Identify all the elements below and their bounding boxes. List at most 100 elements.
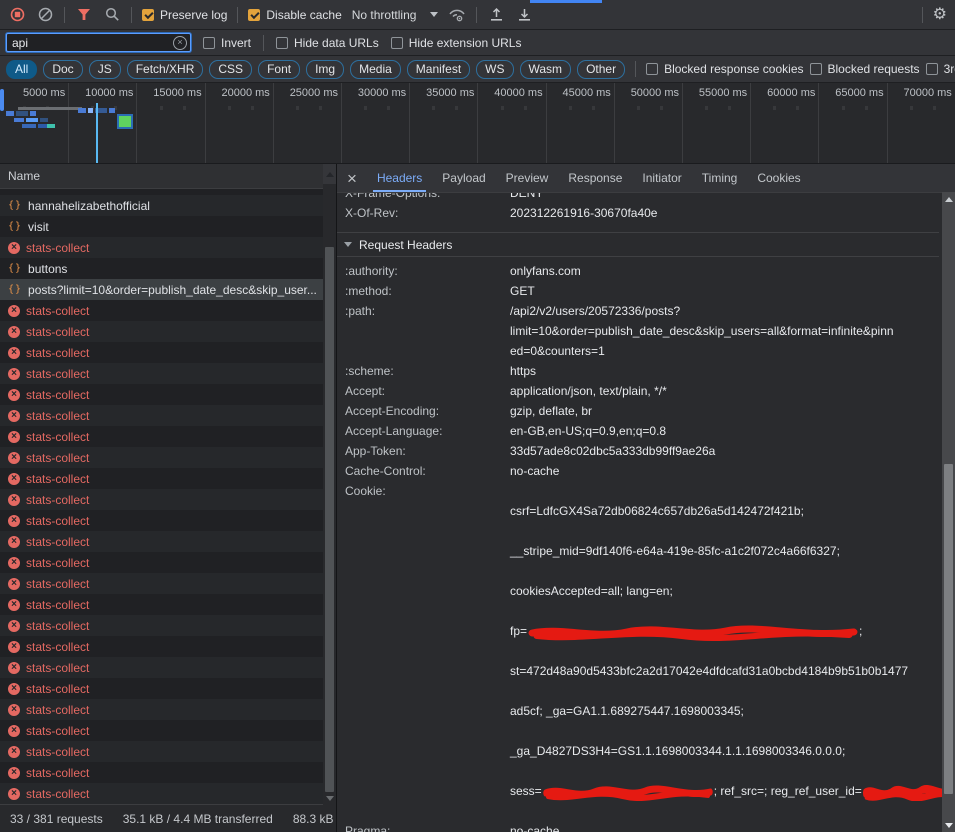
third-party-requests-checkbox[interactable]: [926, 63, 938, 75]
request-row[interactable]: ×stats-collect: [0, 300, 336, 321]
blocked-response-cookies-checkbox[interactable]: [646, 63, 658, 75]
search-button[interactable]: [103, 6, 121, 24]
export-har-button[interactable]: [515, 6, 533, 24]
filter-chip-font[interactable]: Font: [258, 60, 300, 79]
scroll-down-icon[interactable]: [945, 823, 953, 828]
hide-extension-urls-toggle[interactable]: Hide extension URLs: [391, 36, 522, 50]
filter-chip-fetch-xhr[interactable]: Fetch/XHR: [127, 60, 204, 79]
scrollbar-thumb[interactable]: [325, 247, 334, 792]
request-row[interactable]: ×stats-collect: [0, 720, 336, 741]
filter-chip-js[interactable]: JS: [89, 60, 121, 79]
scroll-down-icon[interactable]: [326, 796, 334, 801]
request-row[interactable]: ×stats-collect: [0, 762, 336, 783]
request-row[interactable]: ×stats-collect: [0, 384, 336, 405]
filter-chip-doc[interactable]: Doc: [43, 60, 82, 79]
request-row[interactable]: ×stats-collect: [0, 741, 336, 762]
scroll-up-icon[interactable]: [945, 197, 953, 202]
filter-chip-other[interactable]: Other: [577, 60, 625, 79]
request-row[interactable]: ×stats-collect: [0, 447, 336, 468]
request-headers-section-header[interactable]: Request Headers: [337, 232, 939, 257]
tab-preview[interactable]: Preview: [496, 165, 559, 192]
invert-checkbox[interactable]: [203, 37, 215, 49]
blocked-requests-toggle[interactable]: Blocked requests: [810, 62, 920, 76]
filter-input[interactable]: [6, 33, 191, 52]
header-row: X-Of-Rev:202312261916-30670fa40e: [337, 203, 939, 223]
request-row[interactable]: ×stats-collect: [0, 321, 336, 342]
close-icon[interactable]: ×: [347, 170, 357, 187]
record-button[interactable]: [8, 6, 26, 24]
cookie-line: __stripe_mid=9df140f6-e64a-419e-85fc-a1c…: [510, 541, 955, 561]
request-name: stats-collect: [26, 535, 89, 549]
header-row: Cache-Control:no-cache: [337, 461, 939, 481]
blocked-requests-checkbox[interactable]: [810, 63, 822, 75]
filter-chip-wasm[interactable]: Wasm: [520, 60, 572, 79]
blocked-response-cookies-toggle[interactable]: Blocked response cookies: [646, 62, 803, 76]
throttling-dropdown[interactable]: No throttling: [352, 8, 439, 22]
preserve-log-toggle[interactable]: Preserve log: [142, 8, 227, 22]
redaction-scribble: [528, 625, 858, 641]
clear-button[interactable]: [36, 6, 54, 24]
request-row[interactable]: {}buttons: [0, 258, 336, 279]
invert-toggle[interactable]: Invert: [203, 36, 251, 50]
scroll-up-icon[interactable]: [326, 172, 334, 177]
request-row[interactable]: ×stats-collect: [0, 678, 336, 699]
filter-button[interactable]: [75, 6, 93, 24]
request-row[interactable]: ×stats-collect: [0, 405, 336, 426]
tab-headers[interactable]: Headers: [367, 165, 432, 192]
tab-payload[interactable]: Payload: [432, 165, 495, 192]
request-row[interactable]: {}posts?limit=10&order=publish_date_desc…: [0, 279, 336, 300]
detail-scrollbar[interactable]: [942, 192, 955, 832]
hide-data-urls-toggle[interactable]: Hide data URLs: [276, 36, 379, 50]
request-row[interactable]: {}hannahelizabethofficial: [0, 195, 336, 216]
name-column-header[interactable]: Name: [0, 164, 336, 189]
request-row[interactable]: ×stats-collect: [0, 489, 336, 510]
tab-timing[interactable]: Timing: [692, 165, 748, 192]
request-row[interactable]: ×stats-collect: [0, 342, 336, 363]
header-value: DENY: [510, 193, 939, 203]
preserve-log-checkbox[interactable]: [142, 9, 154, 21]
request-row[interactable]: ×stats-collect: [0, 426, 336, 447]
request-row[interactable]: ×stats-collect: [0, 552, 336, 573]
tab-response[interactable]: Response: [558, 165, 632, 192]
header-value: gzip, deflate, br: [510, 401, 939, 421]
filter-chip-all[interactable]: All: [6, 60, 37, 79]
request-row[interactable]: ×stats-collect: [0, 363, 336, 384]
request-list-scrollbar[interactable]: [323, 164, 336, 805]
clear-filter-icon[interactable]: ×: [173, 36, 187, 50]
tab-initiator[interactable]: Initiator: [632, 165, 691, 192]
network-overview-timeline[interactable]: 5000 ms10000 ms15000 ms20000 ms25000 ms3…: [0, 83, 955, 164]
hide-data-urls-checkbox[interactable]: [276, 37, 288, 49]
request-row[interactable]: ×stats-collect: [0, 783, 336, 804]
scrollbar-thumb[interactable]: [944, 464, 953, 794]
header-value: 202312261916-30670fa40e: [510, 203, 939, 223]
third-party-requests-toggle[interactable]: 3rd-party requests: [926, 62, 955, 76]
filter-chip-ws[interactable]: WS: [476, 60, 513, 79]
request-row[interactable]: ×stats-collect: [0, 237, 336, 258]
request-row[interactable]: ×stats-collect: [0, 573, 336, 594]
section-title: Request Headers: [359, 238, 452, 252]
filter-chip-css[interactable]: CSS: [209, 60, 252, 79]
request-row[interactable]: ×stats-collect: [0, 531, 336, 552]
request-row[interactable]: ×stats-collect: [0, 510, 336, 531]
disable-cache-toggle[interactable]: Disable cache: [248, 8, 341, 22]
settings-gear-icon[interactable]: ⚙: [933, 7, 947, 23]
header-row: Pragma:no-cache: [337, 821, 939, 832]
import-har-button[interactable]: [487, 6, 505, 24]
request-detail-panel: × HeadersPayloadPreviewResponseInitiator…: [337, 164, 955, 832]
timeline-faint-tick: [660, 106, 663, 110]
redaction-scribble: [543, 785, 713, 801]
request-row[interactable]: {}visit: [0, 216, 336, 237]
request-row[interactable]: ×stats-collect: [0, 615, 336, 636]
hide-extension-urls-checkbox[interactable]: [391, 37, 403, 49]
tab-cookies[interactable]: Cookies: [747, 165, 810, 192]
disable-cache-checkbox[interactable]: [248, 9, 260, 21]
request-row[interactable]: ×stats-collect: [0, 594, 336, 615]
request-row[interactable]: ×stats-collect: [0, 657, 336, 678]
request-row[interactable]: ×stats-collect: [0, 468, 336, 489]
request-row[interactable]: ×stats-collect: [0, 699, 336, 720]
filter-chip-manifest[interactable]: Manifest: [407, 60, 470, 79]
filter-chip-img[interactable]: Img: [306, 60, 344, 79]
network-conditions-button[interactable]: [448, 6, 466, 24]
request-row[interactable]: ×stats-collect: [0, 636, 336, 657]
filter-chip-media[interactable]: Media: [350, 60, 401, 79]
